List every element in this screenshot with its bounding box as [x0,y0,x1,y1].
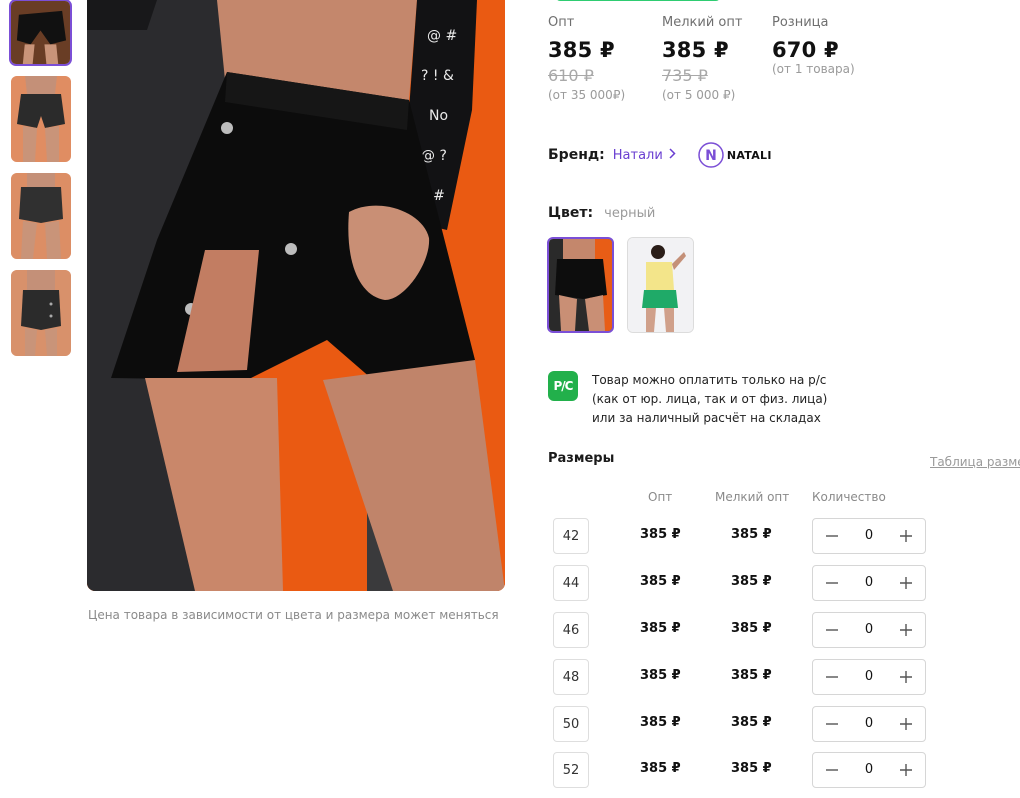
payment-text: Товар можно оплатить только на р/с (как … [592,371,827,428]
size-row: 42 385 ₽ 385 ₽ 0 [553,518,926,554]
old-price: 610 ₽ [548,66,594,85]
main-product-photo[interactable]: @ # ? ! & No @ ? ! # [87,0,505,591]
payment-line: или за наличный расчёт на складах [592,411,821,425]
opt-price: 385 ₽ [640,574,681,589]
size-row: 46 385 ₽ 385 ₽ 0 [553,612,926,648]
payment-line: Товар можно оплатить только на р/с [592,373,827,387]
size-label: 44 [553,565,589,601]
column-header-small-opt: Мелкий опт [715,490,790,504]
quantity-stepper: 0 [812,752,926,788]
opt-price: 385 ₽ [640,715,681,730]
rs-payment-icon: P/C [548,371,578,401]
quantity-stepper: 0 [812,612,926,648]
small-opt-price: 385 ₽ [731,574,772,589]
color-row: Цвет: черный [548,202,655,221]
svg-text:@ #: @ # [427,28,457,44]
quantity-stepper: 0 [812,518,926,554]
price-retail: Розница 670 ₽ (от 1 товара) [772,15,855,76]
minus-icon[interactable] [815,753,849,787]
old-price: 735 ₽ [662,66,708,85]
brand-logo[interactable]: N NATALI [698,142,772,168]
sizes-title: Размеры [548,451,615,466]
plus-icon[interactable] [889,566,923,600]
svg-text:No: No [429,108,448,124]
size-label: 42 [553,518,589,554]
column-header-quantity: Количество [812,490,886,504]
opt-price: 385 ₽ [640,668,681,683]
small-opt-price: 385 ₽ [731,527,772,542]
size-row: 48 385 ₽ 385 ₽ 0 [553,659,926,695]
minus-icon[interactable] [815,519,849,553]
brand-name: Натали [612,147,663,163]
plus-icon[interactable] [889,613,923,647]
minus-icon[interactable] [815,707,849,741]
payment-note: P/C Товар можно оплатить только на р/с (… [548,371,827,428]
brand-logo-text: NATALI [726,148,772,162]
size-label: 48 [553,659,589,695]
color-value: черный [604,206,656,221]
color-label: Цвет: [548,205,594,221]
price-label: Опт [548,15,575,30]
svg-text:N: N [705,148,717,164]
opt-price: 385 ₽ [640,621,681,636]
small-opt-price: 385 ₽ [731,621,772,636]
price-value: 385 ₽ [662,38,729,62]
color-swatch-black[interactable] [547,237,614,333]
chevron-right-icon [669,147,676,163]
quantity-stepper: 0 [812,565,926,601]
size-table-link-wrap: Таблица размеров [930,451,1020,470]
price-variation-note: Цена товара в зависимости от цвета и раз… [88,608,499,622]
quantity-value[interactable]: 0 [847,669,891,684]
thumbnail-4[interactable] [11,270,71,356]
size-row: 50 385 ₽ 385 ₽ 0 [553,706,926,742]
svg-text:@ ?: @ ? [421,148,447,164]
minus-icon[interactable] [815,660,849,694]
small-opt-price: 385 ₽ [731,761,772,776]
quantity-stepper: 0 [812,706,926,742]
price-condition: (от 1 товара) [772,62,855,76]
size-label: 46 [553,612,589,648]
small-opt-price: 385 ₽ [731,715,772,730]
price-opt: Опт 385 ₽ 610 ₽ (от 35 000₽) [548,15,625,102]
size-table-link[interactable]: Таблица размеров [930,455,1020,469]
price-label: Мелкий опт [662,15,743,30]
column-header-opt: Опт [648,490,673,504]
thumbnail-3[interactable] [11,173,71,259]
plus-icon[interactable] [889,753,923,787]
minus-icon[interactable] [815,566,849,600]
opt-price: 385 ₽ [640,761,681,776]
size-label: 50 [553,706,589,742]
size-label: 52 [553,752,589,788]
small-opt-price: 385 ₽ [731,668,772,683]
plus-icon[interactable] [889,660,923,694]
brand-link[interactable]: Натали [613,148,676,163]
payment-line: (как от юр. лица, так и от физ. лица) [592,392,828,406]
natali-logo-icon: N [698,142,724,168]
size-row: 44 385 ₽ 385 ₽ 0 [553,565,926,601]
quantity-stepper: 0 [812,659,926,695]
quantity-value[interactable]: 0 [847,716,891,731]
minus-icon[interactable] [815,613,849,647]
quantity-value[interactable]: 0 [847,762,891,777]
opt-price: 385 ₽ [640,527,681,542]
price-small-opt: Мелкий опт 385 ₽ 735 ₽ (от 5 000 ₽) [662,15,742,102]
quantity-value[interactable]: 0 [847,622,891,637]
color-swatch-green[interactable] [627,237,694,333]
thumbnail-1[interactable] [9,0,72,66]
price-value: 385 ₽ [548,38,615,62]
plus-icon[interactable] [889,519,923,553]
brand-row: Бренд: Натали N NATALI [548,141,772,169]
price-condition: (от 5 000 ₽) [662,88,736,102]
quantity-value[interactable]: 0 [847,575,891,590]
thumbnail-2[interactable] [11,76,71,162]
size-row: 52 385 ₽ 385 ₽ 0 [553,752,926,788]
plus-icon[interactable] [889,707,923,741]
quantity-value[interactable]: 0 [847,528,891,543]
price-label: Розница [772,15,829,30]
brand-label: Бренд: [548,147,605,163]
price-condition: (от 35 000₽) [548,88,626,102]
add-to-cart-button-edge[interactable] [556,0,720,1]
svg-text:? ! &: ? ! & [421,68,454,84]
